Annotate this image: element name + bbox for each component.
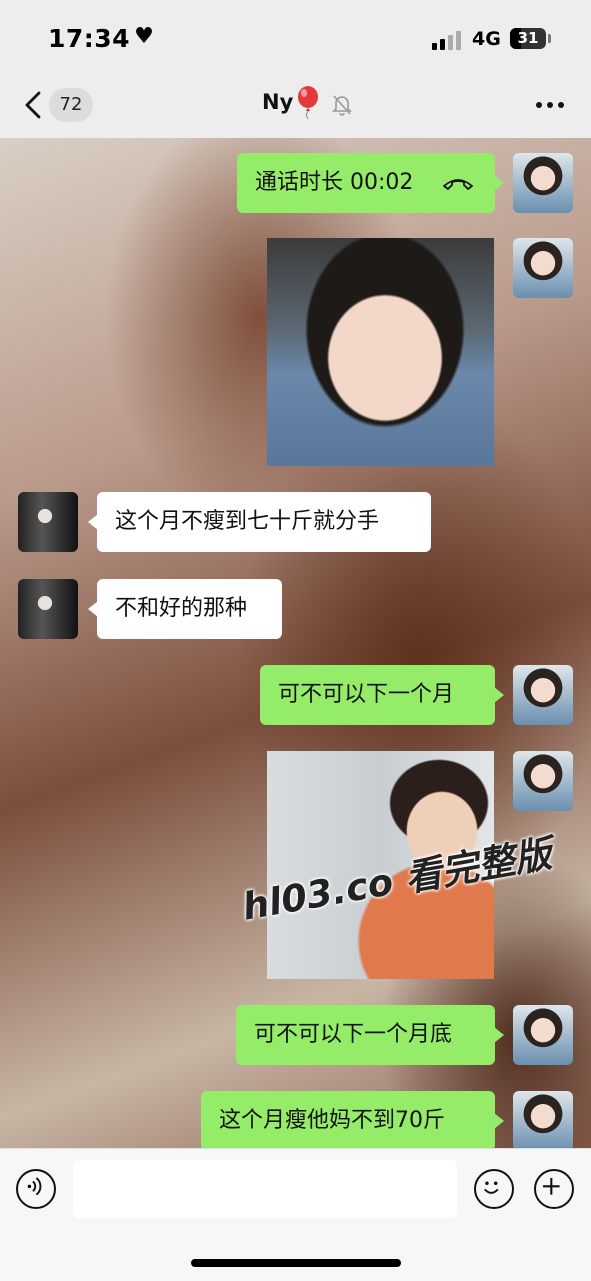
- chevron-left-icon[interactable]: [22, 90, 48, 120]
- voice-icon[interactable]: [16, 1169, 56, 1209]
- message-text: 这个月不瘦到七十斤就分手: [115, 509, 380, 534]
- my-avatar[interactable]: [513, 751, 573, 811]
- heart-icon: ♥: [134, 24, 155, 49]
- my-avatar[interactable]: [513, 153, 573, 213]
- battery-tip: [548, 34, 551, 43]
- call-record-bubble[interactable]: 通话时长 00:02: [237, 153, 504, 213]
- message-text: 不和好的那种: [115, 596, 248, 621]
- battery-level: 31: [517, 29, 539, 47]
- status-time: 17:34 ♥: [48, 24, 155, 53]
- image-message[interactable]: [267, 238, 494, 466]
- text-message-bubble[interactable]: 可不可以下一个月底: [236, 1005, 504, 1065]
- home-indicator[interactable]: [191, 1259, 401, 1267]
- text-message-bubble[interactable]: 可不可以下一个月: [260, 665, 504, 725]
- contact-avatar[interactable]: [18, 492, 78, 552]
- call-duration-text: 通话时长 00:02: [255, 170, 414, 195]
- battery-indicator: 31: [510, 28, 546, 49]
- my-avatar[interactable]: [513, 1091, 573, 1148]
- balloon-emoji-icon: [298, 86, 318, 120]
- text-message-bubble[interactable]: 这个月不瘦到七十斤就分手: [88, 492, 431, 552]
- emoji-icon[interactable]: [474, 1169, 514, 1209]
- signal-icon: [432, 30, 464, 50]
- phone-hangup-icon: [443, 179, 474, 190]
- chat-title: Ny: [262, 90, 294, 114]
- text-message-bubble[interactable]: 不和好的那种: [88, 579, 282, 639]
- message-input[interactable]: [73, 1160, 457, 1218]
- plus-icon[interactable]: [534, 1169, 574, 1209]
- mute-bell-icon: [332, 95, 352, 116]
- network-label: 4G: [472, 28, 501, 50]
- message-text: 这个月瘦他妈不到70斤: [219, 1108, 445, 1133]
- my-avatar[interactable]: [513, 238, 573, 298]
- my-avatar[interactable]: [513, 665, 573, 725]
- unread-count-badge[interactable]: 72: [49, 88, 93, 122]
- chat-area[interactable]: 通话时长 00:02 这个月不瘦到七十斤就分手 不和好的那种 可不可以下一个月 …: [0, 138, 591, 1148]
- text-message-bubble[interactable]: 这个月瘦他妈不到70斤: [201, 1091, 504, 1148]
- message-text: 可不可以下一个月底: [254, 1022, 453, 1047]
- my-avatar[interactable]: [513, 1005, 573, 1065]
- more-dots-icon[interactable]: [536, 102, 566, 110]
- chat-header: 72 Ny: [0, 78, 591, 138]
- message-text: 可不可以下一个月: [278, 682, 455, 707]
- status-bar: 17:34 ♥ 4G 31: [0, 0, 591, 78]
- input-bar: [0, 1148, 591, 1281]
- contact-avatar[interactable]: [18, 579, 78, 639]
